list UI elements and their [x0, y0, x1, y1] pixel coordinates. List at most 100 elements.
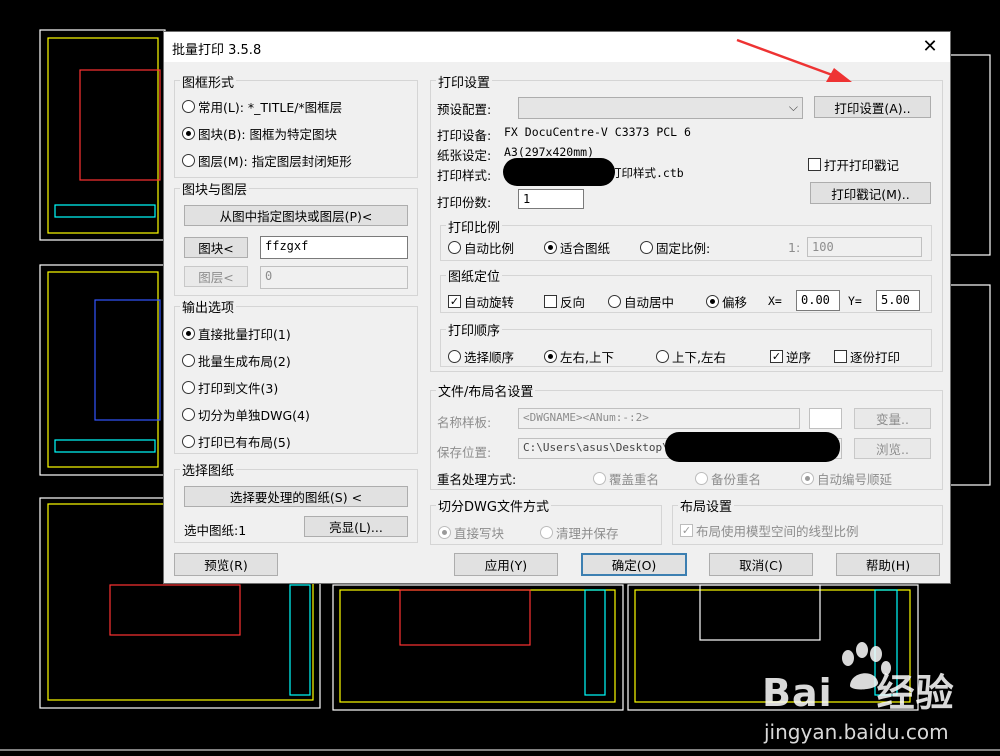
scale-title: 打印比例: [446, 217, 503, 236]
copies-field[interactable]: 1: [518, 189, 584, 209]
radio-dot: [801, 472, 814, 485]
order-lr-tb-radio[interactable]: 左右,上下: [544, 347, 614, 366]
checkbox-box: [544, 295, 557, 308]
radio-dot: [656, 350, 669, 363]
order-selection-radio[interactable]: 选择顺序: [448, 347, 514, 366]
radio-label: 偏移: [722, 295, 748, 310]
radio-dot: [544, 241, 557, 254]
x-offset-field[interactable]: 0.00: [796, 290, 840, 311]
scale-ratio-prefix: 1:: [788, 240, 801, 255]
cad-floorplan: [79, 69, 161, 181]
cad-title-strip: [54, 204, 156, 218]
radio-dot: [182, 100, 195, 113]
radio-label: 图块(B): 图框为特定图块: [198, 127, 338, 142]
radio-dot: [438, 526, 451, 539]
window-title: 批量打印 3.5.8: [172, 43, 262, 58]
output-split-dwg-radio[interactable]: 切分为单独DWG(4): [182, 405, 310, 424]
block-pick-button[interactable]: 图块<: [184, 237, 248, 258]
layer-pick-button[interactable]: 图层<: [184, 266, 248, 287]
rename-auto-number-radio[interactable]: 自动编号顺延: [801, 469, 892, 488]
reverse-checkbox[interactable]: 反向: [544, 292, 585, 311]
preview-button[interactable]: 预览(R): [174, 553, 278, 576]
paper-value: A3(297x420mm): [504, 145, 595, 159]
radio-dot: [593, 472, 606, 485]
order-title: 打印顺序: [446, 320, 503, 339]
split-purge-save-radio[interactable]: 清理并保存: [540, 523, 619, 542]
split-write-block-radio[interactable]: 直接写块: [438, 523, 504, 542]
checkbox-box: ✓: [770, 350, 783, 363]
apply-button[interactable]: 应用(Y): [454, 553, 558, 576]
cad-floorplan: [94, 299, 161, 421]
browse-button[interactable]: 浏览..: [854, 438, 931, 459]
output-gen-layout-radio[interactable]: 批量生成布局(2): [182, 351, 291, 370]
checkbox-box: [808, 158, 821, 171]
radio-label: 选择顺序: [464, 350, 515, 365]
preset-label: 预设配置:: [437, 102, 492, 117]
offset-radio[interactable]: 偏移: [706, 292, 747, 311]
open-stamp-checkbox[interactable]: 打开打印戳记: [808, 155, 899, 174]
cad-sheet-border: [339, 589, 616, 703]
radio-label: 直接批量打印(1): [198, 327, 291, 342]
print-settings-button[interactable]: 打印设置(A)..: [814, 96, 931, 118]
scale-auto-radio[interactable]: 自动比例: [448, 238, 514, 257]
frame-style-common-radio[interactable]: 常用(L): *_TITLE/*图框层: [182, 97, 342, 116]
baidu-watermark: Bai 经验 jingyan.baidu.com: [762, 642, 992, 752]
split-dwg-title: 切分DWG文件方式: [436, 496, 551, 515]
pick-block-layer-button[interactable]: 从图中指定图块或图层(P)<: [184, 205, 408, 226]
checkbox-label: 反向: [560, 295, 586, 310]
output-print-file-radio[interactable]: 打印到文件(3): [182, 378, 278, 397]
cad-sheet-frame: [39, 264, 166, 476]
auto-rotate-checkbox[interactable]: ✓ 自动旋转: [448, 292, 514, 311]
radio-dot: [182, 154, 195, 167]
block-name-field[interactable]: ffzgxf: [260, 236, 408, 259]
save-location-label: 保存位置:: [437, 445, 492, 460]
redaction-mark: [503, 158, 615, 186]
device-value: FX DocuCentre-V C3373 PCL 6: [504, 125, 691, 139]
output-existing-layout-radio[interactable]: 打印已有布局(5): [182, 432, 291, 451]
scale-fixed-radio[interactable]: 固定比例:: [640, 238, 710, 257]
checkbox-label: 布局使用模型空间的线型比例: [696, 524, 859, 539]
preset-dropdown[interactable]: ⌵: [518, 97, 803, 119]
order-tb-lr-radio[interactable]: 上下,左右: [656, 347, 726, 366]
radio-label: 常用(L): *_TITLE/*图框层: [198, 100, 343, 115]
output-direct-print-radio[interactable]: 直接批量打印(1): [182, 324, 291, 343]
auto-center-radio[interactable]: 自动居中: [608, 292, 674, 311]
cancel-button[interactable]: 取消(C): [709, 553, 813, 576]
title-bar[interactable]: 批量打印 3.5.8 ✕: [164, 32, 950, 62]
radio-label: 覆盖重名: [609, 472, 660, 487]
cad-floorplan: [109, 584, 241, 636]
layout-linetype-checkbox[interactable]: ✓ 布局使用模型空间的线型比例: [680, 521, 859, 540]
device-label: 打印设备:: [437, 128, 492, 143]
radio-label: 直接写块: [454, 526, 505, 541]
close-icon[interactable]: ✕: [918, 36, 942, 58]
ok-button[interactable]: 确定(O): [581, 553, 687, 576]
radio-label: 左右,上下: [560, 350, 614, 365]
cad-title-strip: [54, 439, 156, 453]
scale-fit-radio[interactable]: 适合图纸: [544, 238, 610, 257]
frame-style-layer-radio[interactable]: 图层(M): 指定图层封闭矩形: [182, 151, 352, 170]
scale-ratio-field[interactable]: 100: [807, 237, 922, 257]
name-template-field[interactable]: <DWGNAME><ANum:-:2>: [518, 408, 800, 429]
frame-style-block-radio[interactable]: 图块(B): 图框为特定图块: [182, 124, 337, 143]
cad-title-strip: [289, 584, 311, 696]
radio-label: 打印到文件(3): [198, 381, 279, 396]
radio-dot: [695, 472, 708, 485]
radio-label: 切分为单独DWG(4): [198, 408, 310, 423]
layer-name-field[interactable]: 0: [260, 266, 408, 289]
copy-by-copy-checkbox[interactable]: 逐份打印: [834, 347, 900, 366]
radio-dot: [448, 350, 461, 363]
help-button[interactable]: 帮助(H): [836, 553, 940, 576]
cad-title-strip: [584, 589, 606, 696]
output-options-title: 输出选项: [180, 297, 237, 316]
select-sheets-button[interactable]: 选择要处理的图纸(S) <: [184, 486, 408, 507]
y-offset-field[interactable]: 5.00: [876, 290, 920, 311]
rename-backup-radio[interactable]: 备份重名: [695, 469, 761, 488]
reverse-order-checkbox[interactable]: ✓ 逆序: [770, 347, 811, 366]
cad-sheet-frame: [949, 284, 991, 486]
rename-overwrite-radio[interactable]: 覆盖重名: [593, 469, 659, 488]
print-stamp-button[interactable]: 打印戳记(M)..: [810, 182, 931, 204]
highlight-button[interactable]: 亮显(L)...: [304, 516, 408, 537]
variable-button[interactable]: 变量..: [854, 408, 931, 429]
watermark-brand: Bai 经验: [762, 662, 955, 717]
name-template-extra-field[interactable]: [809, 408, 842, 429]
